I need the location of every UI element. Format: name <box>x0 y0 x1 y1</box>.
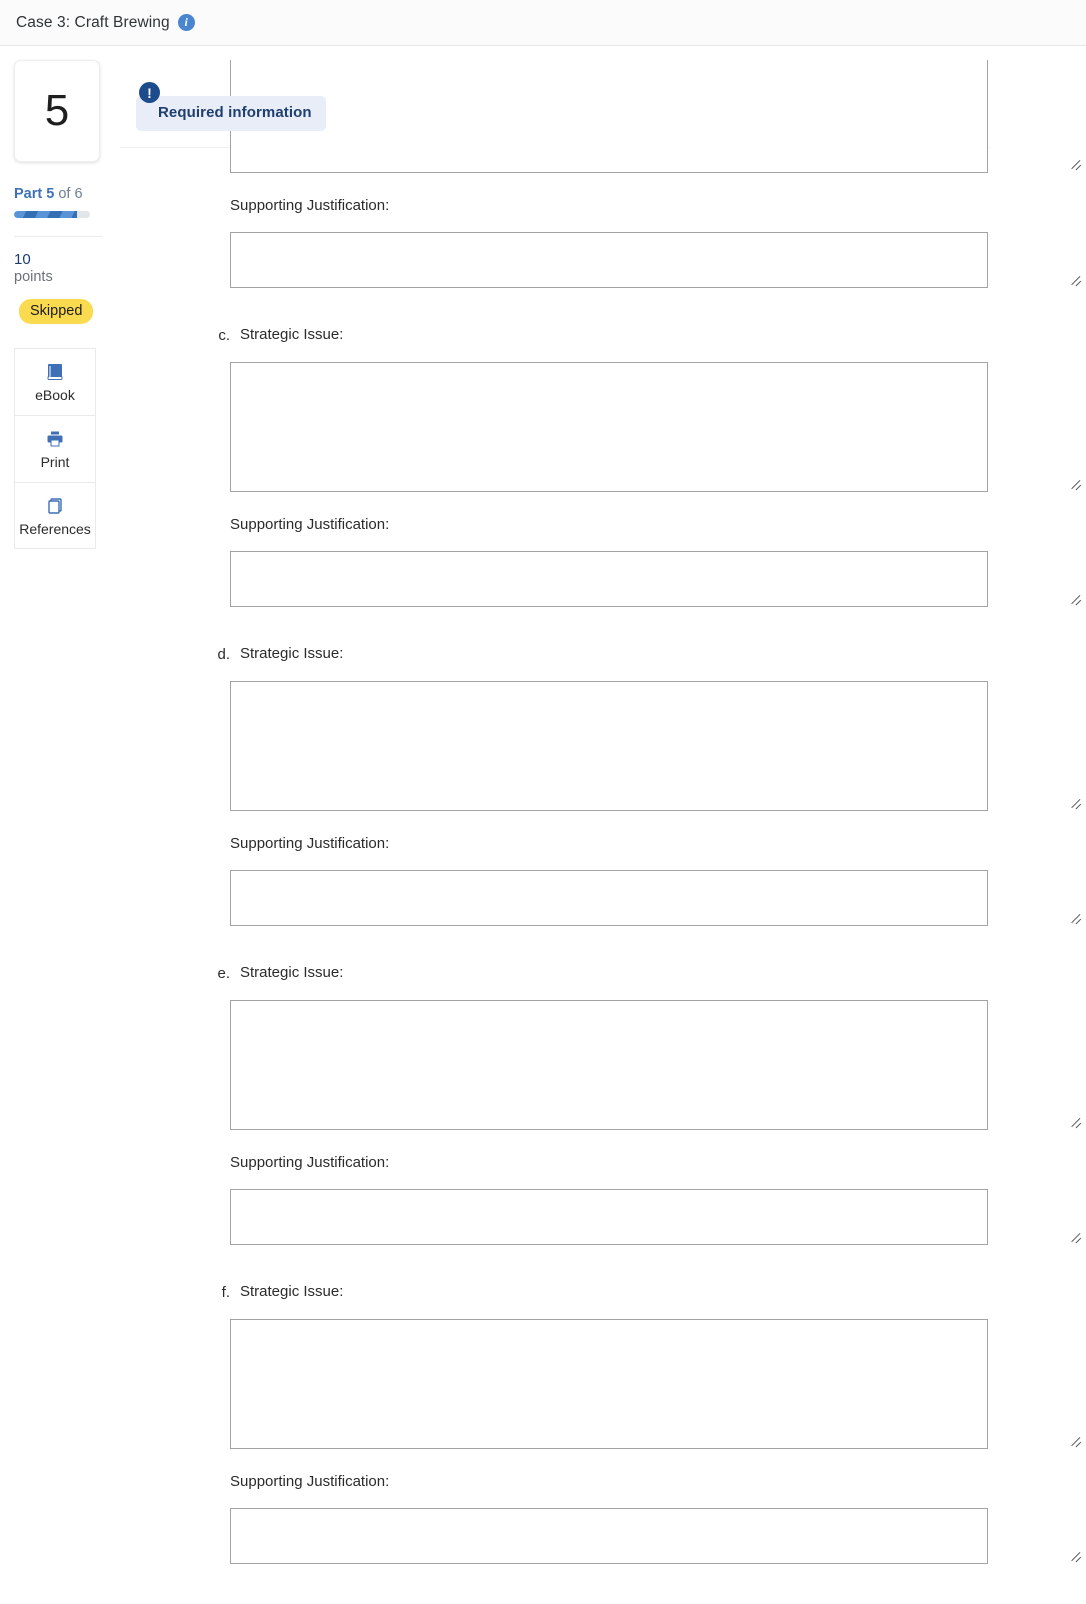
justification-textarea-wrapper-e <box>230 1189 1086 1245</box>
page-body: 5 Part 5 of 6 10 points Skipped eBook Pr… <box>0 46 1086 1564</box>
part-number: 5 <box>44 86 70 135</box>
justification-textarea-e[interactable] <box>230 1189 988 1245</box>
printer-icon <box>44 428 66 450</box>
resize-handle[interactable] <box>1069 1548 1082 1563</box>
justification-label-b: Supporting Justification: <box>230 197 390 214</box>
justification-textarea-wrapper-b <box>230 232 1086 288</box>
resize-handle[interactable] <box>1069 272 1082 287</box>
issue-textarea-f[interactable] <box>230 1319 988 1449</box>
part-total: of 6 <box>58 186 83 202</box>
justification-textarea-c[interactable] <box>230 551 988 607</box>
required-information-label: Required information <box>158 104 312 121</box>
points-value: 10 <box>14 251 31 268</box>
resize-handle[interactable] <box>1069 1114 1082 1129</box>
answer-textarea-wrapper <box>230 60 1086 173</box>
issue-label-e: Strategic Issue: <box>240 964 344 981</box>
references-label: References <box>19 520 91 537</box>
question-marker-f: f. <box>221 1284 230 1301</box>
progress-bar-fill <box>14 211 78 218</box>
ebook-button[interactable]: eBook <box>14 348 96 416</box>
copy-pages-icon <box>44 495 66 517</box>
book-icon <box>44 361 66 383</box>
question-row-e: e. Strategic Issue: <box>204 964 1086 982</box>
issue-textarea-b[interactable] <box>230 60 988 173</box>
justification-label-f: Supporting Justification: <box>230 1473 390 1490</box>
print-label: Print <box>40 454 70 471</box>
resize-handle[interactable] <box>1069 476 1082 491</box>
question-content: ! Required information Supporting Justif… <box>120 46 1086 1564</box>
status-badge: Skipped <box>19 299 94 325</box>
issue-label-d: Strategic Issue: <box>240 645 344 662</box>
page-title: Case 3: Craft Brewing <box>16 13 170 31</box>
question-marker-e: e. <box>217 965 230 982</box>
app-header: Case 3: Craft Brewing i <box>0 0 1086 46</box>
info-icon[interactable]: i <box>177 14 195 31</box>
issue-textarea-wrapper-f <box>230 1319 1086 1449</box>
points-label: points <box>14 269 53 286</box>
references-button[interactable]: References <box>14 482 96 550</box>
resize-handle[interactable] <box>1069 591 1082 606</box>
print-button[interactable]: Print <box>14 415 96 483</box>
justification-label-c: Supporting Justification: <box>230 516 390 533</box>
resize-handle[interactable] <box>1069 795 1082 810</box>
justification-textarea-b[interactable] <box>230 232 988 288</box>
resize-handle[interactable] <box>1069 156 1082 171</box>
resize-handle[interactable] <box>1069 910 1082 925</box>
tool-button-stack: eBook Print References <box>14 348 96 550</box>
form-area: Supporting Justification: c. Strategic I… <box>120 60 1086 1564</box>
justification-label-d: Supporting Justification: <box>230 835 390 852</box>
part-current: 5 <box>46 186 55 202</box>
issue-textarea-wrapper-c <box>230 362 1086 492</box>
issue-textarea-c[interactable] <box>230 362 988 492</box>
question-row-c: c. Strategic Issue: <box>204 326 1086 344</box>
issue-textarea-wrapper-d <box>230 681 1086 811</box>
progress-bar <box>14 211 90 218</box>
question-row-f: f. Strategic Issue: <box>204 1283 1086 1301</box>
question-marker-d: d. <box>217 646 230 663</box>
alert-exclamation-icon: ! <box>139 82 160 103</box>
part-number-card: 5 <box>14 60 100 162</box>
question-row-d: d. Strategic Issue: <box>204 645 1086 663</box>
resize-handle[interactable] <box>1069 1229 1082 1244</box>
justification-textarea-wrapper-f <box>230 1508 1086 1564</box>
sidebar-divider <box>14 236 102 237</box>
justification-textarea-wrapper-c <box>230 551 1086 607</box>
part-prefix: Part <box>14 186 43 202</box>
question-marker-c: c. <box>218 327 230 344</box>
issue-textarea-d[interactable] <box>230 681 988 811</box>
ebook-label: eBook <box>35 387 75 404</box>
issue-textarea-wrapper-e <box>230 1000 1086 1130</box>
justification-textarea-f[interactable] <box>230 1508 988 1564</box>
justification-label-e: Supporting Justification: <box>230 1154 390 1171</box>
issue-label-f: Strategic Issue: <box>240 1283 344 1300</box>
issue-label-c: Strategic Issue: <box>240 326 344 343</box>
justification-textarea-d[interactable] <box>230 870 988 926</box>
required-information-banner: ! Required information <box>136 82 326 131</box>
issue-textarea-e[interactable] <box>230 1000 988 1130</box>
sidebar: 5 Part 5 of 6 10 points Skipped eBook Pr… <box>0 46 120 550</box>
part-progress-label: Part 5 of 6 <box>14 186 120 202</box>
justification-textarea-wrapper-d <box>230 870 1086 926</box>
resize-handle[interactable] <box>1069 1433 1082 1448</box>
